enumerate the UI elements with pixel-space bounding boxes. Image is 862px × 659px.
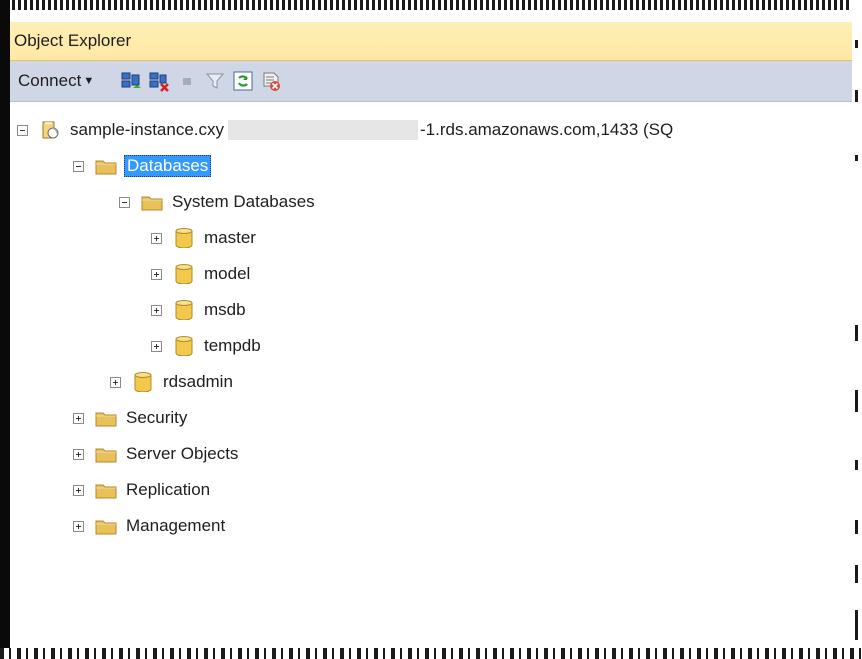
database-label: msdb [204, 300, 246, 319]
databases-label: Databases [124, 155, 212, 177]
folder-label: Replication [126, 480, 211, 499]
filter-icon[interactable] [204, 70, 226, 92]
tree-node-tempdb[interactable]: tempdb [151, 331, 263, 361]
stop-icon[interactable] [176, 70, 198, 92]
window-top-edge [0, 0, 862, 22]
database-label: master [204, 228, 256, 247]
folder-label: Server Objects [126, 444, 239, 463]
expand-toggle[interactable] [73, 412, 84, 424]
database-label: model [204, 264, 251, 283]
expand-toggle[interactable] [73, 520, 84, 532]
expand-toggle[interactable] [151, 232, 162, 244]
refresh-icon[interactable] [232, 70, 254, 92]
tree-node-replication[interactable]: Replication [73, 475, 212, 505]
redacted-region [228, 120, 419, 140]
system-databases-label: System Databases [172, 192, 315, 211]
disconnect-icon[interactable] [148, 70, 170, 92]
window-right-edge [852, 0, 862, 659]
tree-node-system-databases[interactable]: System Databases [119, 187, 317, 217]
folder-label: Security [126, 408, 188, 427]
connect-dropdown-button[interactable]: Connect ▼ [18, 71, 94, 91]
folder-icon [95, 412, 117, 427]
expand-toggle[interactable] [110, 376, 121, 388]
window-bottom-edge [0, 648, 862, 659]
tree-node-model[interactable]: model [151, 259, 252, 289]
tree-node-server[interactable]: sample-instance.cxy -1.rds.amazonaws.com… [17, 115, 675, 145]
tree-node-security[interactable]: Security [73, 403, 189, 433]
tree-node-rdsadmin[interactable]: rdsadmin [110, 367, 235, 397]
object-explorer-toolbar: Connect ▼ [10, 61, 862, 102]
folder-icon [141, 196, 163, 211]
server-label-prefix: sample-instance.cxy [70, 120, 225, 139]
object-explorer-panel: Object Explorer Connect ▼ sample-instanc… [10, 22, 862, 659]
server-label-suffix: -1.rds.amazonaws.com,1433 (SQ [420, 120, 674, 139]
window-left-edge [0, 0, 10, 659]
tree-node-server-objects[interactable]: Server Objects [73, 439, 240, 469]
expand-toggle[interactable] [73, 484, 84, 496]
expand-toggle[interactable] [73, 448, 84, 460]
expand-toggle[interactable] [151, 340, 162, 352]
folder-label: Management [126, 516, 226, 535]
database-label: tempdb [204, 336, 261, 355]
expand-toggle[interactable] [151, 304, 162, 316]
collapse-toggle[interactable] [17, 124, 28, 136]
connect-label: Connect [18, 71, 82, 90]
database-icon [175, 264, 193, 284]
collapse-toggle[interactable] [119, 196, 130, 208]
chevron-down-icon[interactable]: ▼ [83, 75, 94, 87]
tree-node-management[interactable]: Management [73, 511, 227, 541]
screenshot-frame: Object Explorer Connect ▼ sample-instanc… [0, 0, 862, 659]
collapse-toggle[interactable] [73, 160, 84, 172]
tree-node-databases[interactable]: Databases [73, 151, 212, 181]
database-icon [175, 336, 193, 356]
tree-node-msdb[interactable]: msdb [151, 295, 248, 325]
tree-node-master[interactable]: master [151, 223, 258, 253]
folder-icon [95, 520, 117, 535]
server-icon [42, 121, 59, 139]
folder-icon [95, 160, 117, 175]
database-icon [175, 228, 193, 248]
connect-object-explorer-icon[interactable] [120, 70, 142, 92]
database-icon [134, 372, 152, 392]
panel-titlebar: Object Explorer [10, 22, 862, 61]
folder-icon [95, 484, 117, 499]
object-explorer-tree: sample-instance.cxy -1.rds.amazonaws.com… [10, 102, 862, 659]
database-icon [175, 300, 193, 320]
folder-icon [95, 448, 117, 463]
sync-icon[interactable] [260, 70, 282, 92]
expand-toggle[interactable] [151, 268, 162, 280]
database-label: rdsadmin [163, 372, 233, 391]
panel-title: Object Explorer [14, 31, 132, 50]
